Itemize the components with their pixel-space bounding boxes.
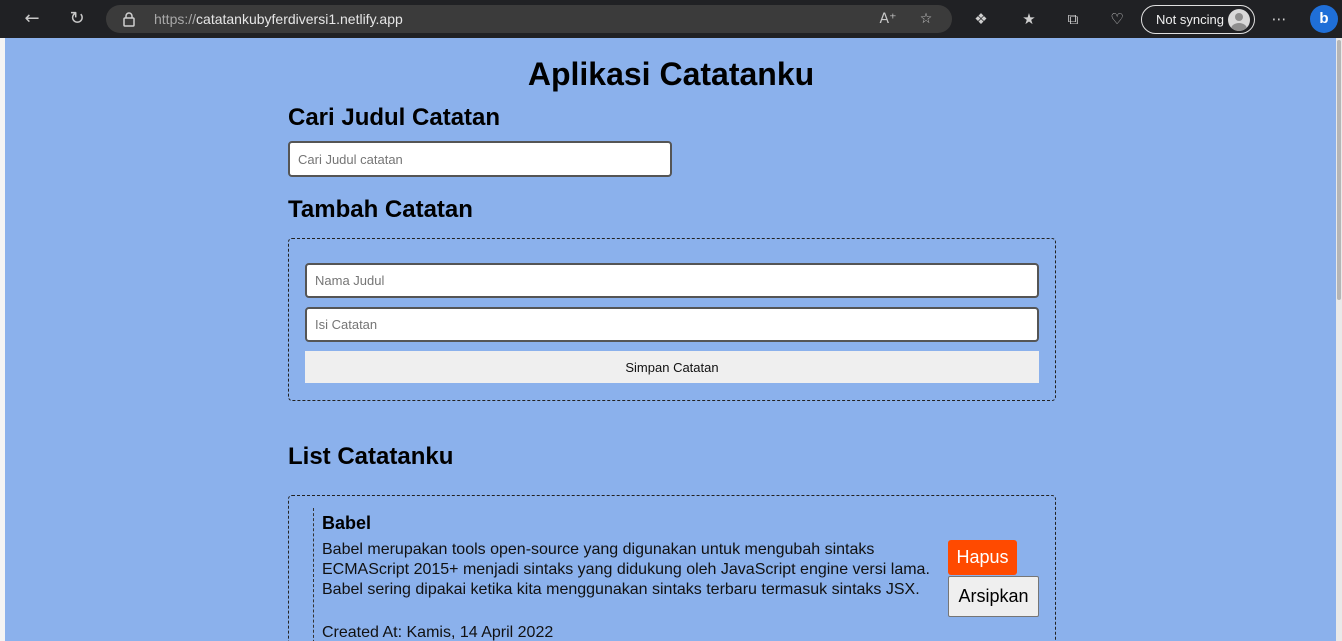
read-aloud-icon[interactable]: A⁺ [878,9,898,29]
avatar-icon [1228,9,1250,31]
more-icon[interactable]: ⋯ [1268,8,1290,30]
sync-label: Not syncing [1156,12,1224,27]
lock-icon[interactable] [122,11,136,27]
profile-sync-button[interactable]: Not syncing [1141,5,1255,34]
archive-note-button[interactable]: Arsipkan [948,576,1039,617]
bing-icon[interactable]: b [1310,5,1338,33]
browser-essentials-icon[interactable]: ♡ [1106,8,1128,30]
extensions-icon[interactable]: ❖ [970,8,992,30]
favorite-star-icon[interactable]: ☆ [916,9,936,29]
search-input[interactable] [288,141,672,177]
note-title-input[interactable] [305,263,1039,298]
refresh-icon[interactable]: ↻ [65,7,89,31]
note-body: Babel merupakan tools open-source yang d… [322,541,930,598]
save-note-button[interactable]: Simpan Catatan [305,351,1039,383]
add-note-heading: Tambah Catatan [288,196,473,223]
note-body-input[interactable] [305,307,1039,342]
address-bar[interactable]: https://catatankubyferdiversi1.netlify.a… [106,5,952,33]
note-title: Babel [322,513,372,533]
browser-toolbar: ← ↻ https://catatankubyferdiversi1.netli… [0,0,1342,38]
notes-list-heading: List Catatanku [288,443,454,470]
favorites-icon[interactable]: ★ [1018,8,1040,30]
note-card-border [313,508,314,641]
page-title: Aplikasi Catatanku [527,56,815,92]
url-scheme: https:// [154,11,197,27]
delete-note-button[interactable]: Hapus [948,540,1017,575]
url-host: catatankubyferdiversi1.netlify.app [196,11,403,27]
scrollbar[interactable] [1336,38,1342,641]
collections-icon[interactable]: ⧉ [1062,8,1084,30]
back-icon[interactable]: ← [20,7,44,31]
note-created-date: Created At: Kamis, 14 April 2022 [322,624,554,641]
url-text[interactable]: https://catatankubyferdiversi1.netlify.a… [154,11,403,27]
left-edge [0,38,5,641]
search-heading: Cari Judul Catatan [288,104,501,131]
